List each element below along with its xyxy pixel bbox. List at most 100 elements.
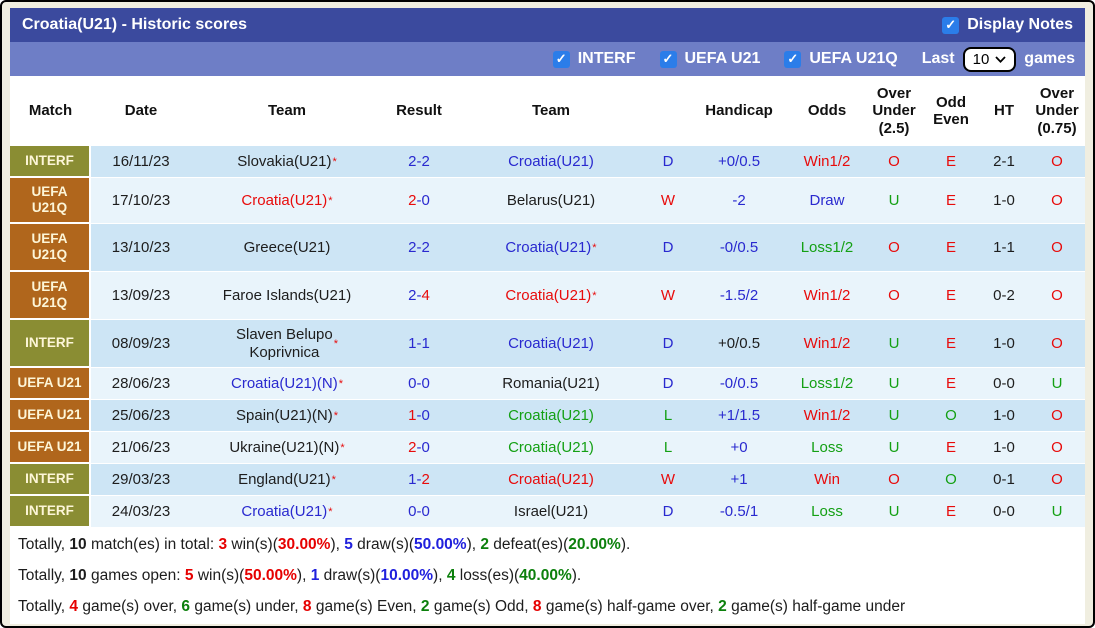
odd-even: E [945, 502, 956, 520]
games-label: games [1024, 50, 1075, 67]
match-date: 08/09/23 [111, 334, 171, 352]
away-team[interactable]: Croatia(U21) [508, 439, 594, 457]
away-team[interactable]: Belarus(U21) [507, 192, 595, 210]
home-team-cell: England(U21) * [238, 470, 336, 489]
summary-segment: defeat(es)( [489, 536, 569, 553]
result-letter: W [660, 191, 676, 209]
half-time-score: 1-0 [993, 334, 1015, 352]
odd-even: E [945, 374, 956, 392]
home-team[interactable]: Ukraine(U21)(N) [229, 439, 339, 457]
odds-result: Draw [809, 191, 845, 209]
summary-segment: match(es) in total: [86, 536, 219, 553]
away-team-cell: Croatia(U21) [455, 464, 647, 495]
score-part: 2 [408, 238, 417, 256]
last-games-value: 10 [972, 50, 990, 68]
over-under-25: O [888, 470, 900, 488]
match-row: INTERF 24/03/23 Croatia(U21) * 0-0 Israel(U21… [10, 496, 1085, 528]
home-team-cell: Croatia(U21) * [241, 191, 333, 210]
match-score: 2-0 [383, 178, 455, 223]
summary-segment: ), [466, 536, 481, 553]
filter-checkbox-uefa-u21q[interactable]: ✓ [784, 50, 802, 68]
away-team[interactable]: Croatia(U21) [505, 287, 591, 305]
home-team-cell: Greece(U21) [191, 224, 383, 271]
summary-segment: 50.00% [244, 567, 297, 584]
away-team[interactable]: Croatia(U21) [508, 471, 594, 489]
home-team[interactable]: Slaven Belupo Koprivnica [236, 326, 333, 362]
column-header-blank [647, 76, 689, 146]
column-header-over-11: Over Under (0.75) [1035, 85, 1079, 137]
page-title: Croatia(U21) - Historic scores [22, 16, 247, 33]
away-team[interactable]: Croatia(U21) [508, 407, 594, 425]
home-team[interactable]: Croatia(U21) [241, 503, 327, 521]
match-date: 13/09/23 [111, 286, 171, 304]
filter-checkbox-interf[interactable]: ✓ [552, 50, 570, 68]
summary-line-2: Totally, 10 games open: 5 win(s)(50.00%)… [18, 560, 1077, 591]
home-team[interactable]: Spain(U21)(N) [236, 407, 333, 425]
home-team[interactable]: Croatia(U21) [241, 192, 327, 210]
score-part: 1 [421, 334, 430, 352]
home-team[interactable]: Faroe Islands(U21) [223, 287, 351, 305]
score-part: 1 [408, 334, 417, 352]
score-part: 2 [421, 470, 430, 488]
display-notes-checkbox[interactable]: ✓ [942, 16, 960, 34]
score-part: 0 [421, 502, 430, 520]
summary-segment: 5 [344, 536, 353, 553]
summary-segment: loss(es)( [455, 567, 520, 584]
match-row: INTERF 16/11/23 Slovakia(U21) * 2-2 Croatia(U… [10, 146, 1085, 178]
filter-group-interf: ✓ INTERF [552, 50, 636, 68]
handicap-value: -0/0.5 [719, 374, 759, 392]
match-score: 2-2 [383, 224, 455, 271]
summary-segment: win(s)( [193, 567, 245, 584]
competition-badge: INTERF [10, 320, 91, 367]
summary-segment: games open: [86, 567, 185, 584]
result-letter: D [662, 152, 674, 170]
away-team[interactable]: Croatia(U21) [508, 153, 594, 171]
match-score: 1-2 [383, 464, 455, 495]
display-notes-label: Display Notes [967, 16, 1073, 33]
summary-segment: game(s) under, [190, 598, 303, 615]
away-team-cell: Croatia(U21) [455, 400, 647, 431]
away-team-cell: Croatia(U21) * [505, 286, 597, 305]
odd-even: E [945, 286, 956, 304]
summary-segment: Totally, [18, 536, 70, 553]
last-games-select[interactable]: 10 [962, 46, 1017, 72]
competition-badge: UEFA U21Q [10, 224, 91, 271]
competition-filters: ✓ INTERF ✓ UEFA U21 ✓ UEFA U21Q [552, 50, 922, 68]
handicap-value: -1.5/2 [719, 286, 759, 304]
match-date: 24/03/23 [111, 502, 171, 520]
over-under-075: O [1051, 152, 1063, 170]
home-team[interactable]: England(U21) [238, 471, 331, 489]
summary-segment: 2 [718, 598, 727, 615]
summary-segment: game(s) Even, [311, 598, 421, 615]
score-part: 0 [408, 502, 417, 520]
score-part: 2 [408, 191, 417, 209]
result-letter: D [662, 502, 674, 520]
odds-result: Win1/2 [803, 406, 851, 424]
home-team[interactable]: Croatia(U21)(N) [231, 375, 338, 393]
competition-badge: UEFA U21Q [10, 178, 91, 223]
summary-segment: game(s) half-game over, [541, 598, 719, 615]
match-date: 25/06/23 [111, 406, 171, 424]
summary-segment: 20.00% [568, 536, 621, 553]
filter-label-interf: INTERF [577, 50, 636, 67]
filter-checkbox-uefa-u21[interactable]: ✓ [659, 50, 677, 68]
over-under-075: O [1051, 286, 1063, 304]
filter-group-uefa-u21: ✓ UEFA U21 [659, 50, 760, 68]
score-part: 0 [408, 374, 417, 392]
odds-result: Loss [811, 438, 843, 456]
column-header-result-3: Result [396, 102, 442, 120]
odd-even: E [945, 152, 956, 170]
competition-badge: UEFA U21 [10, 432, 91, 463]
filter-bar: ✓ INTERF ✓ UEFA U21 ✓ UEFA U21Q Last 10 games [10, 42, 1085, 76]
handicap-value: -0/0.5 [719, 238, 759, 256]
home-team-cell: Slovakia(U21) * [237, 152, 337, 171]
home-team[interactable]: Slovakia(U21) [237, 153, 331, 171]
away-team[interactable]: Israel(U21) [514, 503, 588, 521]
away-team[interactable]: Croatia(U21) [505, 239, 591, 257]
away-team[interactable]: Romania(U21) [502, 375, 600, 393]
handicap-value: +0 [730, 438, 748, 456]
away-team[interactable]: Croatia(U21) [508, 335, 594, 353]
summary-segment: 8 [302, 598, 312, 615]
home-team[interactable]: Greece(U21) [244, 239, 331, 257]
summary-segment: ), [433, 567, 447, 584]
